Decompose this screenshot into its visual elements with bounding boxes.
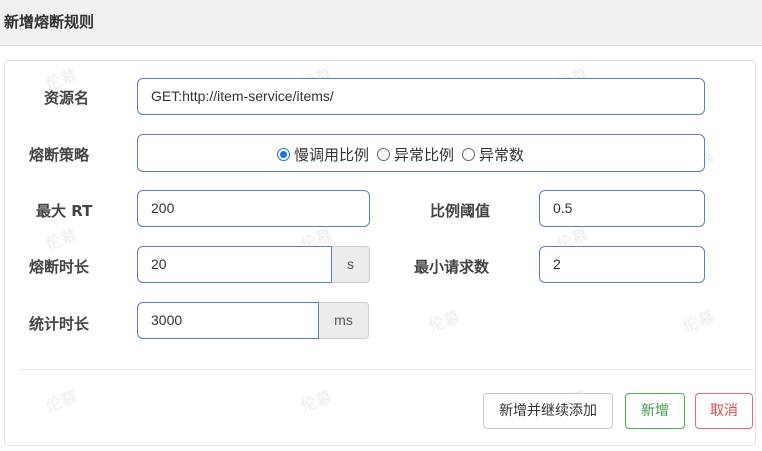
- strategy-radio-box: 慢调用比例 异常比例 异常数: [137, 134, 705, 172]
- break-duration-input[interactable]: 20: [137, 246, 332, 283]
- break-duration-unit: s: [332, 246, 370, 283]
- min-requests-label: 最小请求数: [414, 258, 490, 276]
- min-requests-input[interactable]: 2: [539, 246, 705, 283]
- stat-duration-unit: ms: [319, 302, 369, 339]
- footer-divider: [20, 369, 753, 370]
- max-rt-input[interactable]: 200: [137, 190, 370, 227]
- ratio-threshold-label: 比例阈值: [430, 202, 491, 220]
- ratio-threshold-input[interactable]: 0.5: [539, 190, 705, 227]
- radio-label: 异常比例: [394, 146, 455, 164]
- radio-unchecked-icon: [462, 148, 476, 161]
- max-rt-label: 最大 RT: [36, 202, 93, 220]
- strategy-radio-group: 慢调用比例 异常比例 异常数: [277, 144, 532, 165]
- radio-unchecked-icon: [377, 148, 391, 161]
- dialog: 新增熔断规则 伦慕 伦慕 伦慕 伦慕 伦慕 伦慕 伦慕 伦慕 伦慕 伦慕 伦慕 …: [0, 0, 762, 451]
- add-button[interactable]: 新增: [625, 393, 685, 429]
- dialog-title: 新增熔断规则: [4, 13, 95, 31]
- radio-error-ratio[interactable]: 异常比例: [377, 144, 454, 165]
- stat-duration-input[interactable]: 3000: [137, 302, 319, 339]
- stat-duration-label: 统计时长: [29, 315, 90, 333]
- radio-label: 异常数: [479, 146, 525, 164]
- dialog-header: 新增熔断规则: [0, 0, 762, 46]
- break-duration-label: 熔断时长: [29, 258, 90, 276]
- radio-checked-icon: [277, 148, 290, 161]
- radio-label: 慢调用比例: [294, 146, 370, 164]
- radio-error-count[interactable]: 异常数: [462, 144, 524, 165]
- cancel-button[interactable]: 取消: [695, 393, 753, 429]
- resource-input[interactable]: GET:http://item-service/items/: [137, 78, 705, 115]
- strategy-label: 熔断策略: [29, 146, 90, 164]
- add-and-continue-button[interactable]: 新增并继续添加: [483, 393, 613, 429]
- resource-label: 资源名: [44, 89, 90, 107]
- radio-slow-call-ratio[interactable]: 慢调用比例: [277, 144, 369, 165]
